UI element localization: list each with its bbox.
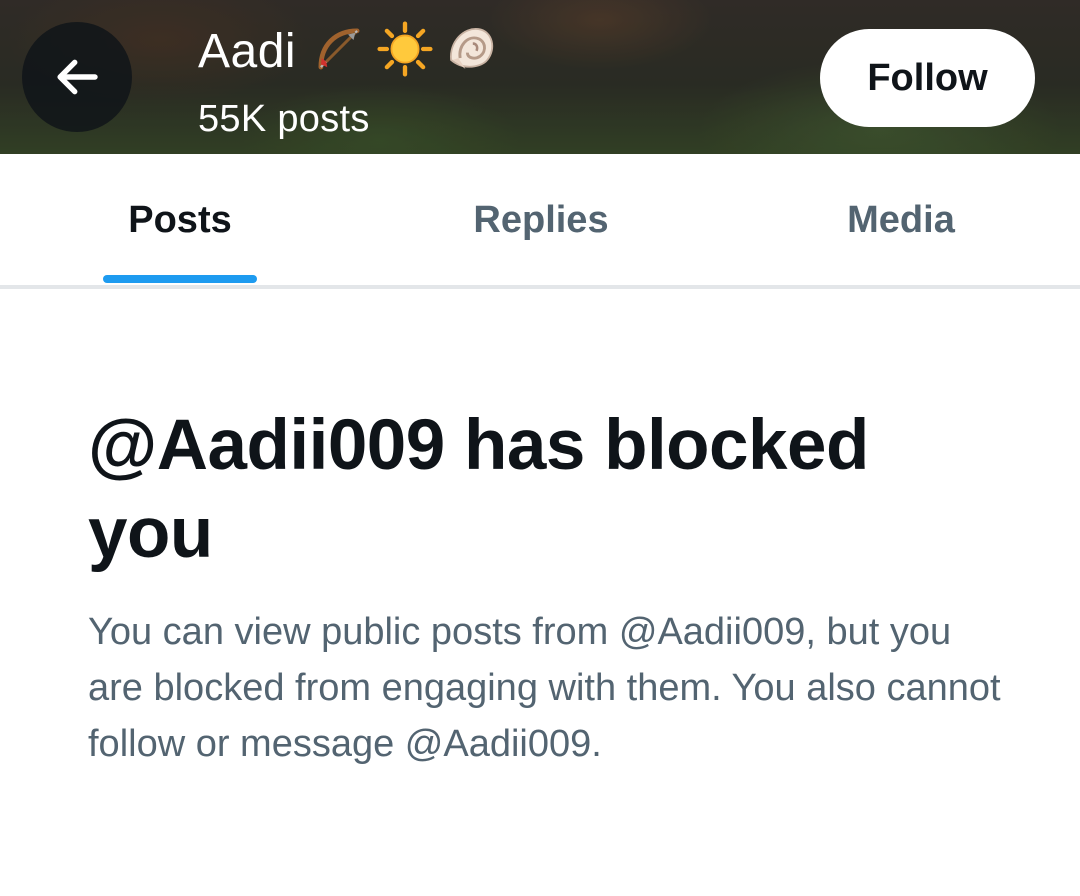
profile-tabs: Posts Replies Media: [0, 154, 1080, 286]
arrow-left-icon: [50, 50, 104, 104]
active-tab-indicator: [103, 275, 257, 283]
profile-header: Aadi 55K posts Follow: [0, 0, 1080, 154]
profile-name: Aadi: [198, 24, 297, 78]
blocked-description: You can view public posts from @Aadii009…: [88, 611, 1001, 765]
back-button[interactable]: [22, 22, 132, 132]
tab-media[interactable]: Media: [722, 154, 1080, 286]
follow-button[interactable]: Follow: [820, 29, 1035, 127]
blocked-title: @Aadii009 has blocked you: [88, 406, 869, 573]
bow-and-arrow-icon: [310, 20, 368, 83]
name-emojis: [302, 20, 500, 83]
tab-posts[interactable]: Posts: [0, 154, 360, 286]
posts-count: 55K posts: [198, 98, 370, 140]
tabs-divider: [0, 285, 1080, 289]
spiral-shell-icon: [442, 20, 500, 83]
sun-icon: [376, 20, 434, 83]
tab-replies[interactable]: Replies: [360, 154, 722, 286]
profile-title: Aadi 55K posts: [198, 20, 500, 141]
